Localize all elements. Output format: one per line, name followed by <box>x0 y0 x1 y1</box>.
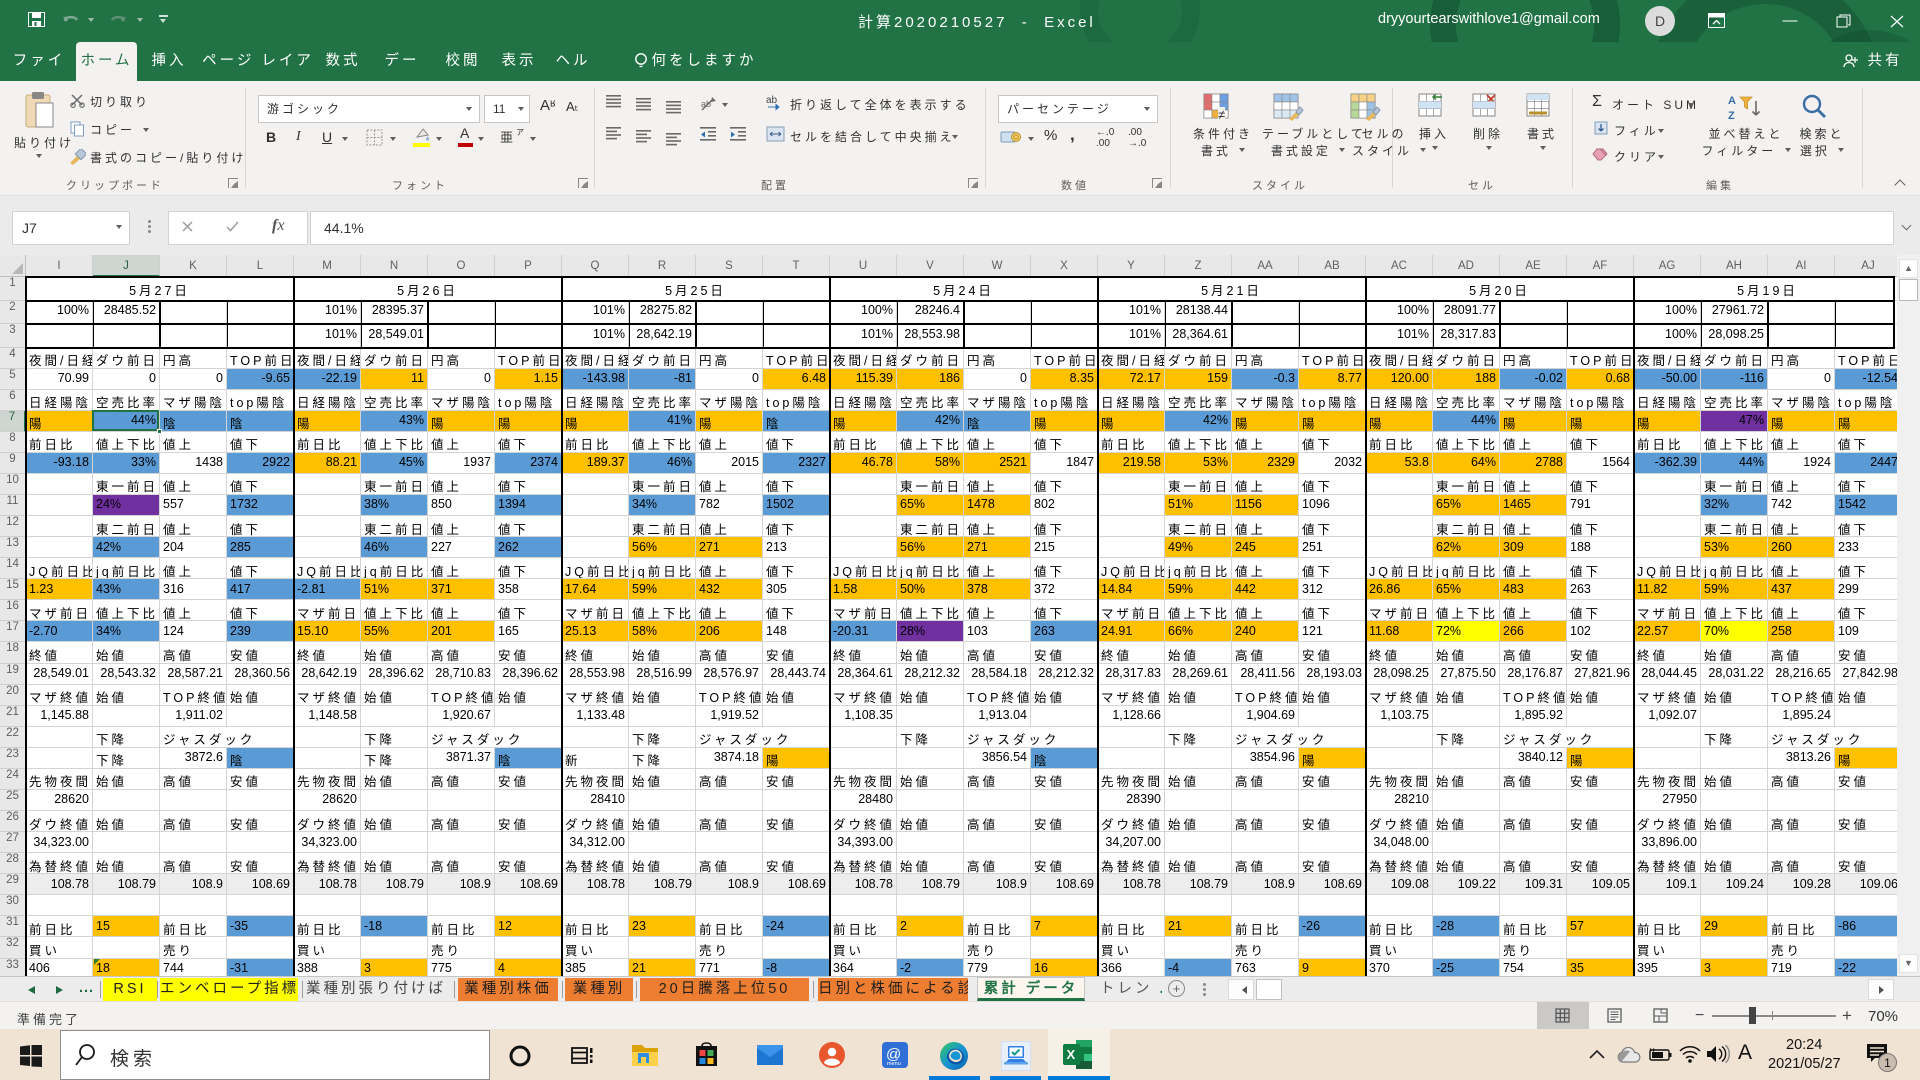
svg-text:menu: menu <box>887 1061 901 1067</box>
svg-text:Z: Z <box>1728 110 1735 121</box>
svg-text:A: A <box>1728 95 1736 107</box>
svg-text:ab: ab <box>701 99 711 109</box>
svg-text:X: X <box>1067 1047 1076 1062</box>
